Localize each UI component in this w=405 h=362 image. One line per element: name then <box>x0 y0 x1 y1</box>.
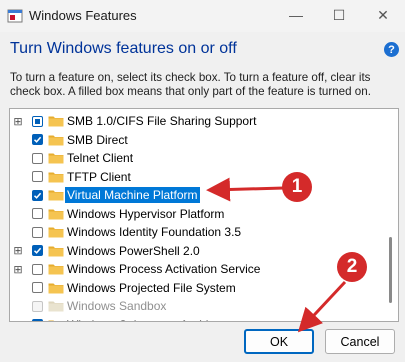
feature-checkbox[interactable] <box>32 189 43 201</box>
feature-label: Windows Hypervisor Platform <box>67 206 225 221</box>
feature-checkbox[interactable] <box>32 245 43 256</box>
minimize-button[interactable]: — <box>275 0 317 30</box>
feature-label: Windows Process Activation Service <box>67 262 261 276</box>
feature-label: Windows Projected File System <box>67 280 236 295</box>
feature-checkbox[interactable] <box>32 263 43 275</box>
feature-row[interactable]: Virtual Machine Platform <box>10 186 382 204</box>
folder-icon <box>48 116 64 127</box>
feature-label: Windows PowerShell 2.0 <box>67 243 200 258</box>
feature-row[interactable]: Telnet Client <box>10 149 382 167</box>
folder-icon <box>48 172 64 182</box>
feature-row[interactable]: Windows Sandbox <box>10 297 382 315</box>
feature-row[interactable]: ⊞ SMB 1.0/CIFS File Sharing Support <box>10 112 382 130</box>
maximize-icon: ☐ <box>332 6 346 23</box>
folder-icon <box>48 135 64 145</box>
title-bar: Windows Features — ☐ ✕ <box>0 0 405 32</box>
feature-row[interactable]: SMB Direct <box>10 131 382 149</box>
folder-icon <box>48 209 64 219</box>
feature-checkbox[interactable] <box>32 134 43 145</box>
maximize-button[interactable]: ☐ <box>318 0 360 30</box>
expand-icon[interactable]: ⊞ <box>13 115 23 128</box>
minimize-icon: — <box>289 7 303 23</box>
feature-checkbox <box>32 300 43 312</box>
feature-label: Windows Sandbox <box>67 299 167 313</box>
feature-checkbox[interactable] <box>32 226 43 238</box>
expand-icon[interactable]: ⊞ <box>13 263 23 276</box>
features-tree[interactable]: ⊞ SMB 1.0/CIFS File Sharing Support SMB Di… <box>9 108 399 322</box>
folder-icon <box>48 283 64 293</box>
instructions-text: To turn a feature on, select its check b… <box>10 71 371 98</box>
feature-checkbox[interactable] <box>32 208 43 219</box>
close-button[interactable]: ✕ <box>362 0 404 30</box>
folder-icon <box>48 227 64 238</box>
feature-label: Telnet Client <box>67 151 134 165</box>
feature-checkbox[interactable] <box>32 152 43 164</box>
folder-icon <box>48 153 64 164</box>
feature-label: Virtual Machine Platform <box>65 187 200 203</box>
folder-icon <box>48 190 64 201</box>
expand-icon[interactable]: ⊞ <box>13 244 23 257</box>
feature-label: Windows Identity Foundation 3.5 <box>67 225 242 239</box>
feature-label: SMB Direct <box>67 132 128 147</box>
page-title: Turn Windows features on or off <box>10 40 237 57</box>
feature-row[interactable]: TFTP Client <box>10 168 382 186</box>
feature-row[interactable]: Windows Identity Foundation 3.5 <box>10 223 382 241</box>
help-icon[interactable]: ? <box>384 42 399 57</box>
scrollbar[interactable] <box>384 109 398 321</box>
windows-features-icon <box>7 9 23 23</box>
feature-label: SMB 1.0/CIFS File Sharing Support <box>67 114 257 128</box>
folder-icon <box>48 246 64 256</box>
scrollbar-thumb[interactable] <box>389 237 392 303</box>
feature-row[interactable]: ⊞ Windows Process Activation Service <box>10 260 382 278</box>
feature-row[interactable]: Windows Hypervisor Platform <box>10 205 382 223</box>
folder-icon <box>48 301 64 312</box>
window-title: Windows Features <box>29 8 137 23</box>
annotation-badge-2: 2 <box>337 252 367 282</box>
feature-row[interactable]: Windows Projected File System <box>10 279 382 297</box>
feature-label: TFTP Client <box>67 169 131 184</box>
feature-checkbox[interactable] <box>32 171 43 182</box>
feature-row[interactable]: ⊞ Windows PowerShell 2.0 <box>10 242 382 260</box>
ok-button[interactable]: OK <box>244 329 314 354</box>
annotation-badge-1: 1 <box>282 172 312 202</box>
close-icon: ✕ <box>377 6 389 23</box>
feature-checkbox[interactable] <box>32 115 43 127</box>
folder-icon <box>48 264 64 275</box>
cancel-button[interactable]: Cancel <box>325 329 395 354</box>
feature-checkbox[interactable] <box>32 282 43 293</box>
